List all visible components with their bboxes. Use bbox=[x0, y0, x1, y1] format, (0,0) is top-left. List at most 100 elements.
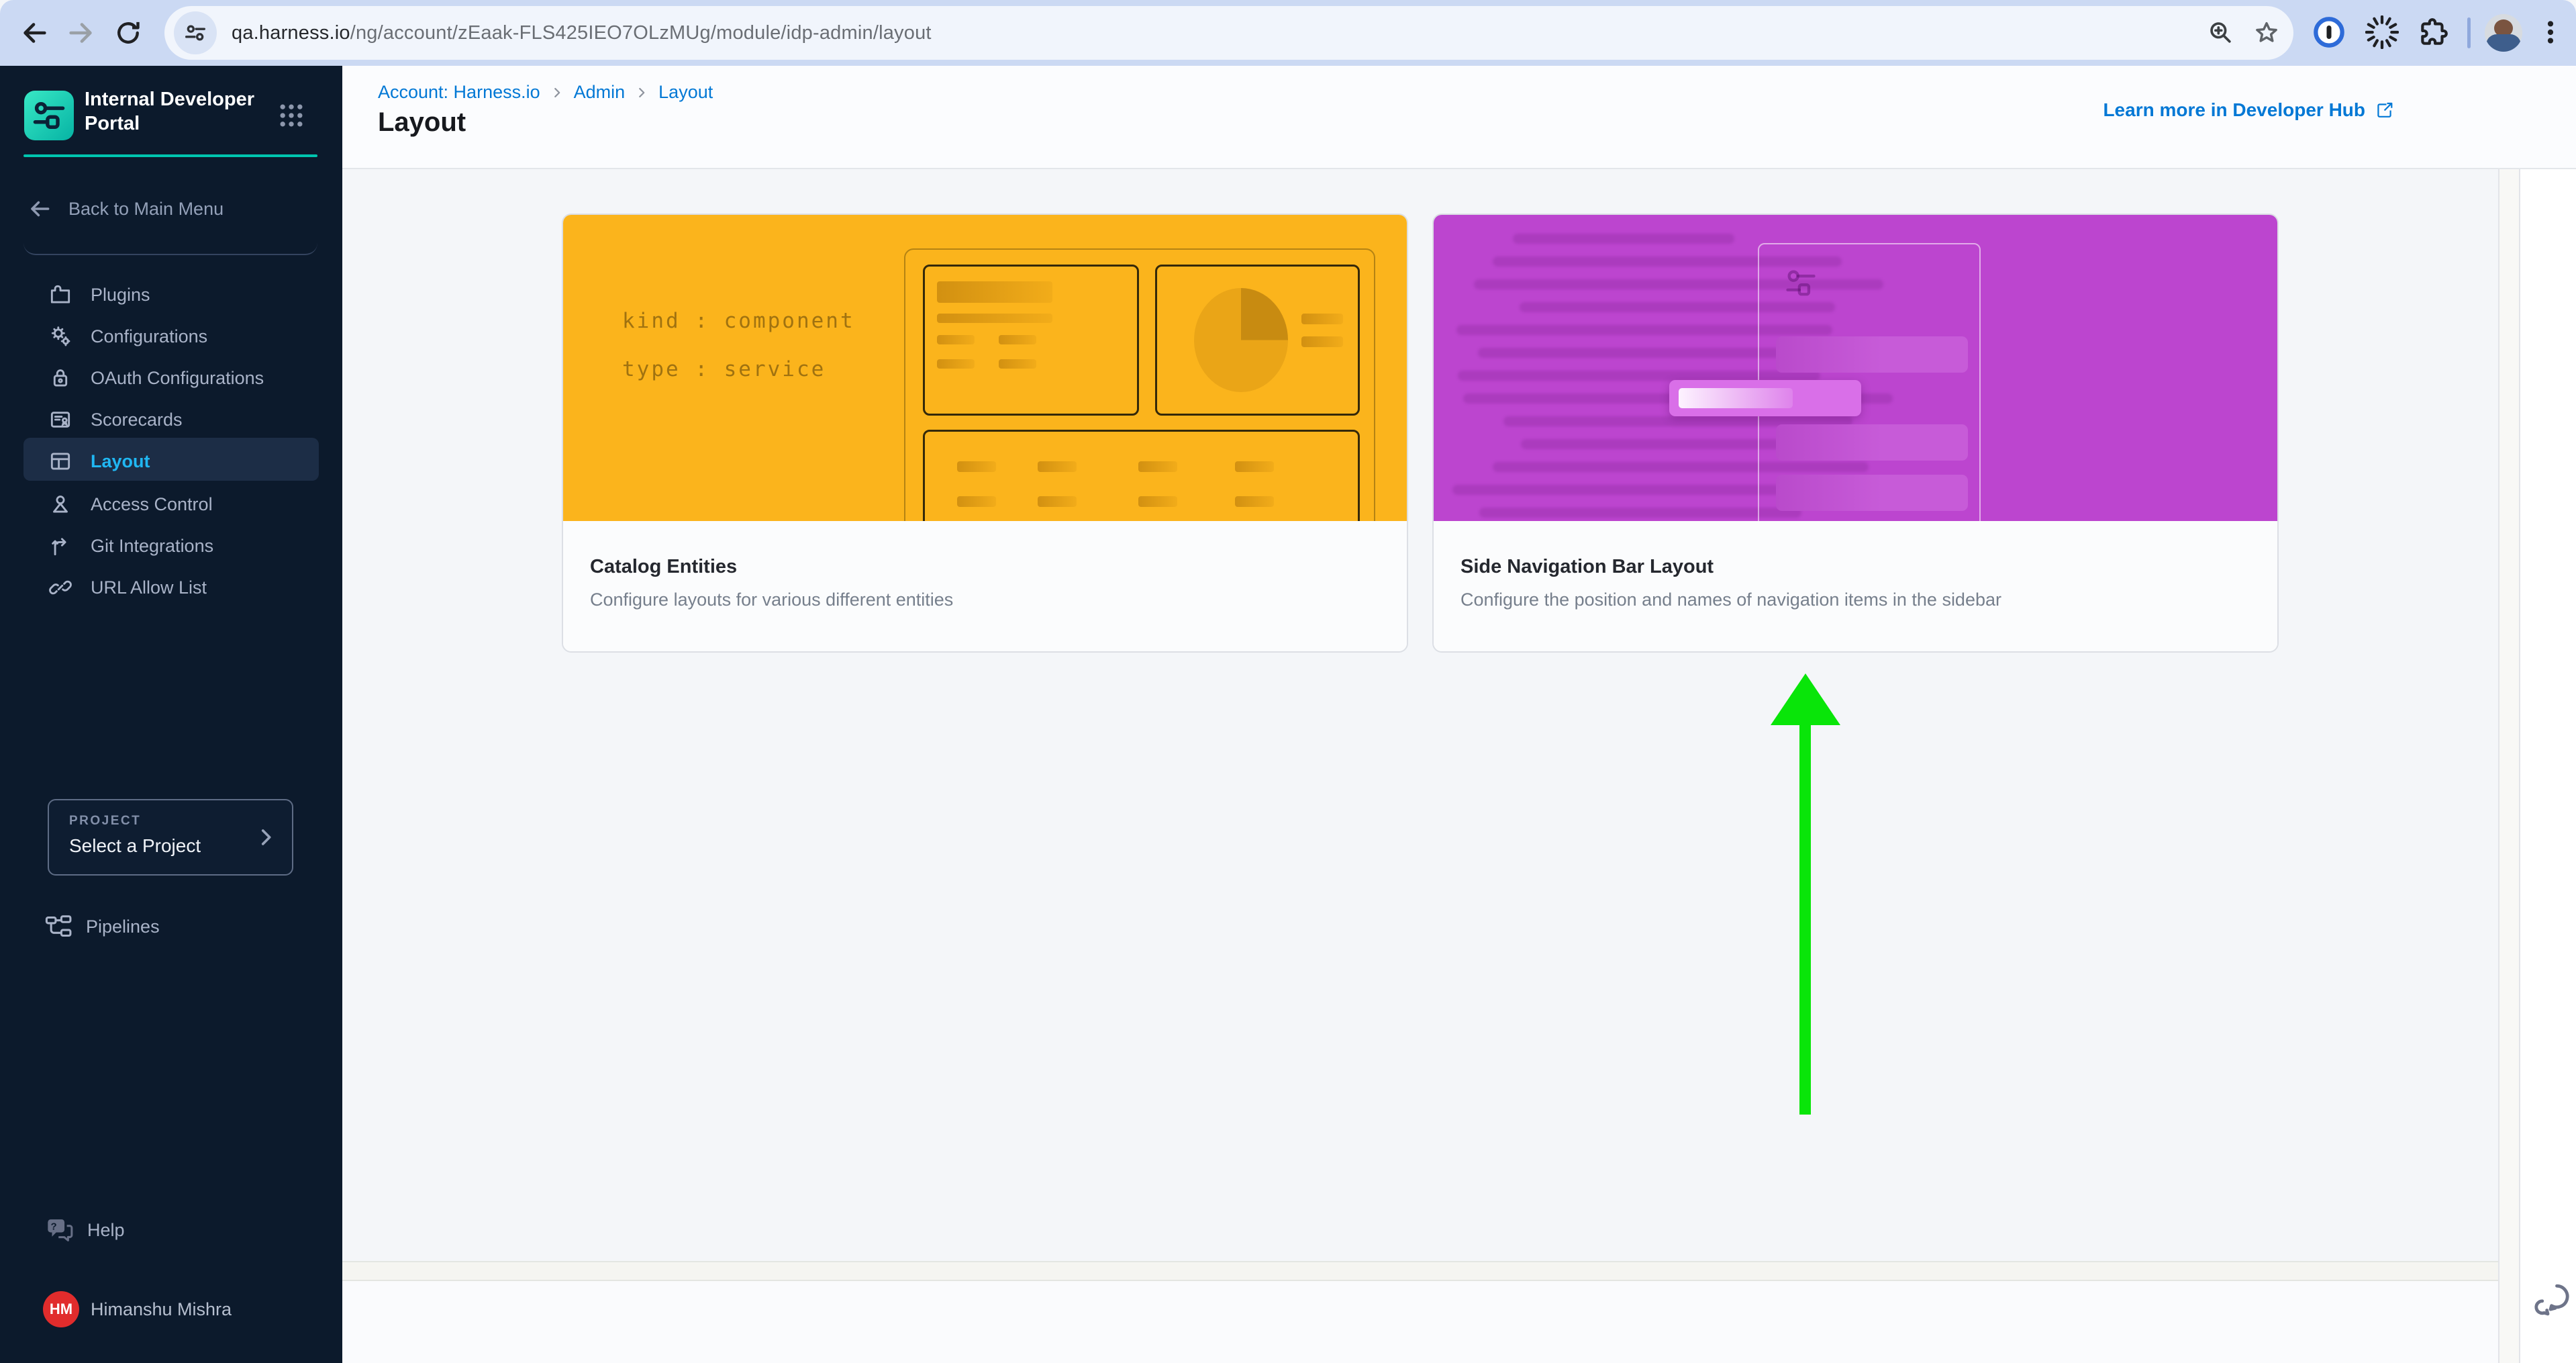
chevron-right-icon bbox=[550, 85, 564, 100]
zoom-page-button[interactable] bbox=[2206, 18, 2236, 48]
table-panel-mock bbox=[923, 430, 1360, 521]
person-icon bbox=[47, 491, 74, 518]
annotation-arrow-up-stem bbox=[1799, 724, 1811, 1115]
sidebar-item-help[interactable]: ? Help bbox=[0, 1211, 342, 1249]
yaml-code-line: type : service bbox=[622, 357, 826, 381]
side-nav-layout-card[interactable]: Side Navigation Bar Layout Configure the… bbox=[1432, 214, 2279, 653]
browser-profile-avatar[interactable] bbox=[2485, 14, 2522, 52]
external-link-icon bbox=[2375, 100, 2395, 120]
sidebar-item-label: Configurations bbox=[91, 326, 207, 347]
chevron-right-icon bbox=[254, 826, 277, 849]
sidebar-item-pipelines[interactable]: Pipelines bbox=[0, 908, 342, 945]
site-settings-button[interactable] bbox=[174, 11, 217, 54]
card-title: Catalog Entities bbox=[590, 556, 737, 578]
git-branch-icon bbox=[47, 532, 74, 559]
url-text[interactable]: qa.harness.io/ng/account/zEaak-FLS425IEO… bbox=[232, 6, 932, 60]
chat-bubbles-icon bbox=[2530, 1278, 2574, 1323]
password-manager-extension-button[interactable] bbox=[2310, 13, 2348, 51]
catalog-entities-illustration: kind : component type : service bbox=[563, 215, 1407, 521]
scorecard-icon bbox=[47, 406, 74, 433]
user-avatar[interactable]: HM bbox=[43, 1291, 79, 1327]
puzzle-icon bbox=[2417, 15, 2450, 49]
sidebar-mock-logo-icon bbox=[1783, 266, 1818, 301]
product-title: Internal Developer Portal bbox=[85, 87, 266, 136]
tune-icon bbox=[182, 19, 209, 46]
sidebar-item-oauth-configurations[interactable]: OAuth Configurations bbox=[0, 357, 342, 399]
sidebar-item-layout[interactable]: Layout bbox=[0, 440, 342, 482]
spinner-icon bbox=[2365, 15, 2399, 49]
browser-forward-button[interactable] bbox=[64, 16, 98, 50]
page-title: Layout bbox=[378, 107, 466, 138]
browser-back-button[interactable] bbox=[17, 16, 51, 50]
chevron-right-icon bbox=[634, 85, 649, 100]
idp-logo[interactable] bbox=[24, 91, 74, 140]
back-to-main-menu[interactable]: Back to Main Menu bbox=[27, 193, 315, 224]
learn-more-link[interactable]: Learn more in Developer Hub bbox=[2103, 99, 2395, 121]
back-label: Back to Main Menu bbox=[68, 199, 224, 220]
reload-icon bbox=[113, 18, 143, 48]
sidebar-item-git-integrations[interactable]: Git Integrations bbox=[0, 525, 342, 567]
learn-more-label: Learn more in Developer Hub bbox=[2103, 99, 2365, 121]
sidebar-item-label: Plugins bbox=[91, 285, 150, 306]
sidebar-accent-divider bbox=[23, 154, 317, 157]
avatar-shirt bbox=[2486, 34, 2521, 52]
kebab-menu-icon bbox=[2536, 17, 2565, 47]
chat-widget-button[interactable] bbox=[2530, 1278, 2574, 1323]
screen: qa.harness.io/ng/account/zEaak-FLS425IEO… bbox=[0, 0, 2576, 1363]
breadcrumb-account[interactable]: Account: Harness.io bbox=[378, 82, 540, 103]
loading-extension-button[interactable] bbox=[2363, 13, 2401, 51]
content-bottom-strip bbox=[342, 1261, 2498, 1281]
sidebar-mock-panel bbox=[1758, 243, 1981, 521]
browser-reload-button[interactable] bbox=[111, 16, 145, 50]
plugin-icon bbox=[47, 281, 74, 308]
sidebar-item-label: OAuth Configurations bbox=[91, 368, 264, 389]
user-profile[interactable]: HM Himanshu Mishra bbox=[0, 1289, 342, 1329]
breadcrumb-layout[interactable]: Layout bbox=[658, 82, 713, 103]
sidebar-item-label: Access Control bbox=[91, 494, 213, 515]
svg-text:?: ? bbox=[51, 1221, 57, 1232]
sidebar-item-url-allow-list[interactable]: URL Allow List bbox=[0, 567, 342, 608]
project-selector[interactable]: PROJECT Select a Project bbox=[48, 799, 293, 876]
password-manager-icon bbox=[2312, 15, 2346, 50]
catalog-entities-card[interactable]: kind : component type : service bbox=[562, 214, 1408, 653]
card-title: Side Navigation Bar Layout bbox=[1460, 556, 1714, 578]
sidebar-item-configurations[interactable]: Configurations bbox=[0, 316, 342, 357]
breadcrumb: Account: Harness.io Admin Layout bbox=[378, 82, 713, 103]
right-side-panel bbox=[2520, 169, 2576, 1363]
url-host: qa.harness.io bbox=[232, 22, 350, 44]
pipelines-icon bbox=[44, 913, 74, 940]
bookmark-button[interactable] bbox=[2252, 18, 2281, 48]
star-icon bbox=[2252, 18, 2281, 48]
layout-icon bbox=[47, 448, 74, 475]
project-selector-label: PROJECT bbox=[69, 814, 141, 829]
toolbar-separator bbox=[2467, 17, 2471, 48]
browser-menu-button[interactable] bbox=[2532, 13, 2569, 51]
address-bar[interactable]: qa.harness.io/ng/account/zEaak-FLS425IEO… bbox=[164, 6, 2293, 60]
nav-item-placeholder bbox=[1776, 424, 1968, 461]
pie-chart-mock bbox=[1194, 288, 1288, 392]
annotation-arrow-up-head bbox=[1771, 673, 1840, 725]
link-icon bbox=[47, 574, 74, 601]
forward-arrow-icon bbox=[66, 17, 97, 48]
sidebar-item-scorecards[interactable]: Scorecards bbox=[0, 399, 342, 440]
url-path: /ng/account/zEaak-FLS425IEO7OLzMUg/modul… bbox=[350, 22, 932, 44]
nav-item-placeholder bbox=[1776, 336, 1968, 373]
back-arrow-icon bbox=[27, 196, 52, 222]
main-content: kind : component type : service bbox=[342, 169, 2498, 1261]
sidebar-item-plugins[interactable]: Plugins bbox=[0, 274, 342, 316]
breadcrumb-admin[interactable]: Admin bbox=[574, 82, 626, 103]
catalog-entities-card-body: Catalog Entities Configure layouts for v… bbox=[563, 521, 1407, 653]
idp-logo-glyph bbox=[32, 98, 66, 133]
side-nav-illustration bbox=[1434, 215, 2277, 521]
scrollbar-gutter[interactable] bbox=[2498, 169, 2520, 1363]
user-name: Himanshu Mishra bbox=[91, 1299, 232, 1320]
nav-item-placeholder-bar bbox=[1679, 388, 1793, 408]
back-arrow-icon bbox=[19, 17, 50, 48]
extensions-button[interactable] bbox=[2415, 13, 2453, 51]
sidebar-item-label: Layout bbox=[91, 451, 150, 472]
lock-icon bbox=[47, 365, 74, 391]
sidebar-item-access-control[interactable]: Access Control bbox=[0, 483, 342, 525]
sidebar-item-label: Pipelines bbox=[86, 916, 160, 937]
zoom-in-icon bbox=[2206, 18, 2236, 48]
app-grid-icon[interactable] bbox=[277, 101, 306, 130]
